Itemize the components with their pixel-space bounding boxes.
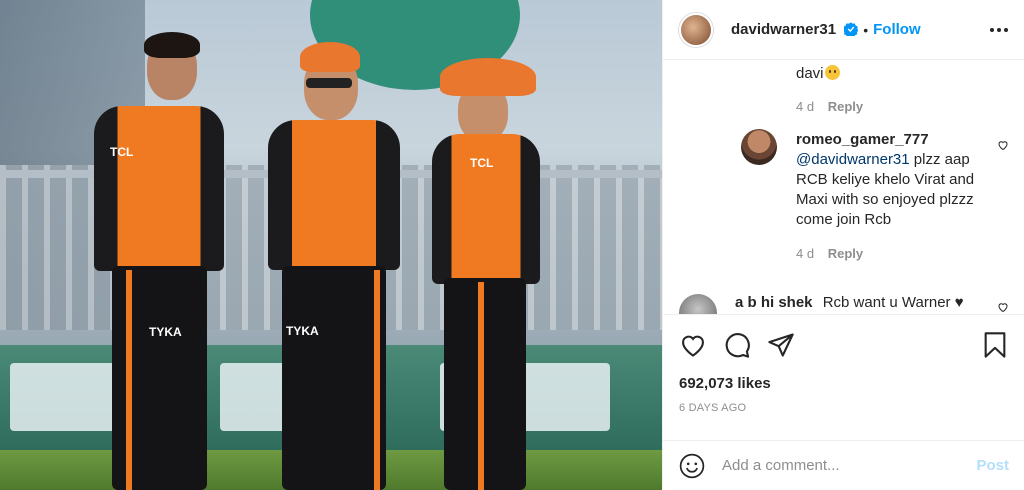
comments-list[interactable]: davi 4 d Reply romeo_gamer_777 @davidwar… bbox=[663, 61, 1024, 314]
separator-dot: • bbox=[863, 21, 869, 38]
player-center: TYKA bbox=[268, 40, 408, 490]
follow-button[interactable]: Follow bbox=[873, 21, 921, 38]
comment-fragment: davi bbox=[796, 65, 840, 82]
sponsor-logo: TYKA bbox=[149, 325, 182, 339]
add-comment-bar: Post bbox=[663, 440, 1024, 490]
more-dots-icon[interactable] bbox=[990, 27, 1008, 32]
comment-age: 4 d bbox=[796, 246, 815, 261]
post-sidebar: davidwarner31 • Follow davi 4 d Reply ro… bbox=[662, 0, 1024, 490]
comment-mention[interactable]: @davidwarner31 bbox=[796, 151, 910, 168]
sponsor-logo: TCL bbox=[110, 145, 134, 159]
player-right: TCL bbox=[430, 56, 550, 490]
comment-meta: 4 d Reply bbox=[796, 246, 863, 261]
post-header: davidwarner31 • Follow bbox=[663, 0, 1024, 60]
verified-badge-icon bbox=[844, 22, 859, 36]
comment-icon[interactable] bbox=[723, 331, 751, 359]
reply-button[interactable]: Reply bbox=[828, 99, 863, 114]
comment-fragment-text: davi bbox=[796, 65, 824, 82]
share-icon[interactable] bbox=[767, 331, 795, 359]
player-left: TCL TYKA bbox=[82, 30, 242, 490]
reply-button[interactable]: Reply bbox=[828, 246, 863, 261]
comment-age: 4 d bbox=[796, 99, 815, 114]
commenter-avatar[interactable] bbox=[741, 129, 777, 165]
post-actions: 692,073 likes 6 DAYS AGO bbox=[663, 314, 1024, 414]
heart-icon[interactable] bbox=[679, 331, 707, 359]
sponsor-logo: TCL bbox=[470, 156, 494, 170]
author-avatar[interactable] bbox=[679, 12, 713, 47]
save-icon[interactable] bbox=[981, 331, 1009, 359]
comment-like-heart-icon[interactable] bbox=[997, 139, 1009, 151]
comment-meta: 4 d Reply bbox=[796, 99, 863, 114]
post-photo[interactable]: TCL TYKA TYKA TCL bbox=[0, 0, 662, 490]
author-username[interactable]: davidwarner31 bbox=[731, 21, 859, 38]
likes-count[interactable]: 692,073 likes bbox=[679, 375, 1009, 392]
reply-comment-body: romeo_gamer_777 @davidwarner31 plzz aap … bbox=[796, 130, 996, 230]
post-button[interactable]: Post bbox=[976, 457, 1009, 474]
comment-text: Rcb want u Warner ♥ bbox=[822, 294, 964, 311]
author-username-text[interactable]: davidwarner31 bbox=[731, 21, 836, 38]
sad-face-emoji-icon bbox=[824, 65, 840, 80]
post-timestamp: 6 DAYS AGO bbox=[679, 402, 747, 414]
sponsor-logo: TYKA bbox=[286, 324, 319, 338]
commenter-username[interactable]: romeo_gamer_777 bbox=[796, 131, 929, 148]
partial-comment: a b hi shek Rcb want u Warner ♥ bbox=[735, 294, 964, 311]
commenter-username[interactable]: a b hi shek bbox=[735, 294, 813, 311]
emoji-smile-icon[interactable] bbox=[679, 453, 705, 479]
commenter-avatar[interactable] bbox=[679, 294, 717, 314]
add-comment-input[interactable] bbox=[722, 457, 952, 474]
comment-like-heart-icon[interactable] bbox=[997, 301, 1009, 313]
